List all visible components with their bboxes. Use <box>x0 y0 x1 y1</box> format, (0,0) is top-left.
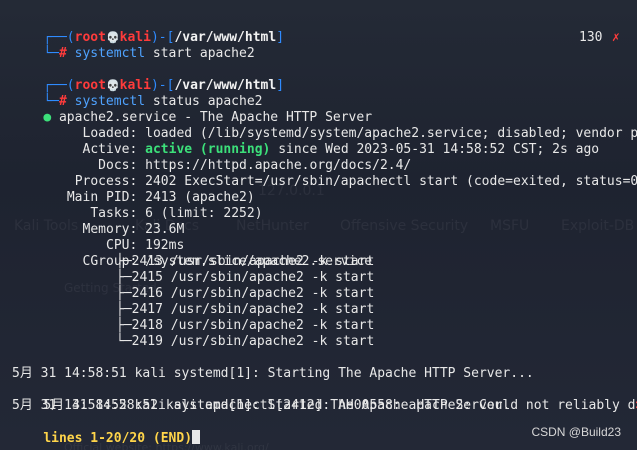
process-tree-item: ├─2417 /usr/sbin/apache2 -k start <box>116 302 375 317</box>
pager-status[interactable]: lines 1-20/20 (END) <box>12 414 201 446</box>
loaded-row: Loaded: loaded (/lib/systemd/system/apac… <box>0 110 637 141</box>
watermark: CSDN @Build23 <box>531 425 621 439</box>
log-line-truncated: 5月 31 14:58:52 kali apachectl[2412]: AH0… <box>12 382 637 413</box>
cgroup-row: CGroup: /system.slice/apache2.service <box>0 238 373 269</box>
pager-status-text: lines 1-20/20 (END) <box>43 431 193 446</box>
prompt-bracket-close: ] <box>276 78 285 93</box>
exit-error-icon: ✗ <box>612 30 620 45</box>
mainpid-row: Main PID: 2413 (apache2) <box>0 174 255 205</box>
ghost-offsec: Offensive Security <box>340 218 469 234</box>
prompt-line-1: ┌──(root💀kali)-[/var/www/html] <box>12 14 284 45</box>
ghost-exploitdb: Exploit-DB <box>561 218 635 234</box>
tasks-row: Tasks: 6 (limit: 2252) <box>0 190 262 221</box>
process-tree-item: ├─2418 /usr/sbin/apache2 -k start <box>116 318 375 333</box>
process-row: Process: 2402 ExecStart=/usr/sbin/apache… <box>0 158 637 189</box>
command-args: start apache2 <box>145 46 255 61</box>
active-row: Active: active (running) since Wed 2023-… <box>0 126 600 157</box>
log-line: 5月 31 14:58:51 kali systemd[1]: Starting… <box>12 366 534 381</box>
prompt-hash: # <box>58 46 75 61</box>
memory-row: Memory: 23.6M <box>0 206 185 237</box>
cursor <box>192 430 201 444</box>
process-tree-item: ├─2415 /usr/sbin/apache2 -k start <box>116 270 375 285</box>
command-line-1: └─# systemctl start apache2 <box>12 30 254 61</box>
cpu-row: CPU: 192ms <box>0 222 184 253</box>
command-name: systemctl <box>74 46 146 61</box>
prompt-line-2: ┌──(root💀kali)-[/var/www/html] <box>12 62 284 93</box>
log-line: 5月 31 14:58:52 kali systemd[1]: Started … <box>12 398 511 413</box>
service-header: ● apache2.service - The Apache HTTP Serv… <box>12 94 372 125</box>
process-tree-item: ├─2413 /usr/sbin/apache2 -k start <box>116 254 375 269</box>
terminal-window[interactable]: Kali Tools Kali Docs NetHunter Offensive… <box>0 0 637 450</box>
exit-code: 130 <box>579 30 603 45</box>
process-tree-item: ├─2416 /usr/sbin/apache2 -k start <box>116 286 375 301</box>
command-line-2: └─# systemctl status apache2 <box>12 78 262 109</box>
docs-row: Docs: https://httpd.apache.org/docs/2.4/ <box>0 142 411 173</box>
ghost-msfu: MSFU <box>490 218 530 234</box>
prompt-bracket-close: ] <box>276 30 285 45</box>
prompt-prefix: └─ <box>43 46 59 61</box>
process-tree-item: └─2419 /usr/sbin/apache2 -k start <box>116 334 375 349</box>
